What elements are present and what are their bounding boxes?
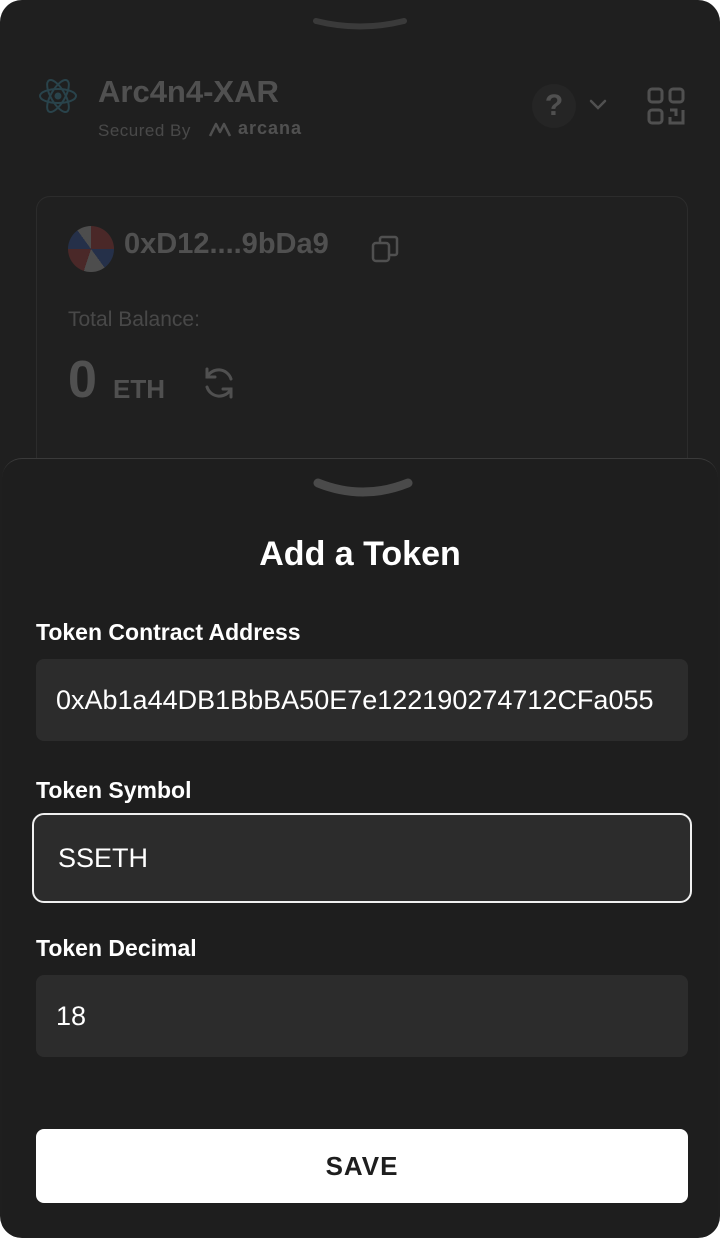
arcana-logo-icon bbox=[208, 122, 232, 137]
app-title: Arc4n4-XAR bbox=[98, 74, 279, 109]
arcana-brand-text: arcana bbox=[238, 118, 303, 138]
app-logo-icon bbox=[39, 79, 77, 113]
wallet-app: Arc4n4-XAR Secured By arcana ? 0xD12....… bbox=[0, 0, 720, 1238]
top-handle-icon[interactable] bbox=[312, 18, 408, 30]
secured-by-label: Secured By bbox=[98, 121, 191, 140]
qr-code-icon[interactable] bbox=[646, 86, 686, 126]
token-decimal-label: Token Decimal bbox=[36, 935, 197, 961]
account-address: 0xD12....9bDa9 bbox=[124, 228, 329, 260]
copy-icon[interactable] bbox=[370, 234, 400, 264]
chevron-down-icon[interactable] bbox=[588, 97, 608, 111]
token-decimal-input[interactable] bbox=[36, 975, 688, 1057]
token-symbol-label: Token Symbol bbox=[36, 777, 192, 803]
balance-value: 0 bbox=[68, 351, 97, 409]
help-button[interactable]: ? bbox=[532, 84, 576, 128]
token-symbol-input[interactable] bbox=[32, 813, 692, 903]
contract-address-input[interactable] bbox=[36, 659, 688, 741]
refresh-icon[interactable] bbox=[200, 364, 238, 402]
add-token-sheet: Add a Token Token Contract Address Token… bbox=[2, 458, 718, 1237]
account-avatar bbox=[68, 226, 114, 272]
balance-unit: ETH bbox=[113, 374, 165, 404]
total-balance-label: Total Balance: bbox=[68, 308, 200, 331]
sheet-title: Add a Token bbox=[259, 535, 461, 573]
save-button[interactable]: SAVE bbox=[36, 1129, 688, 1203]
sheet-handle-icon[interactable] bbox=[312, 477, 414, 497]
arcana-logo: arcana bbox=[208, 118, 302, 139]
contract-address-label: Token Contract Address bbox=[36, 619, 301, 645]
